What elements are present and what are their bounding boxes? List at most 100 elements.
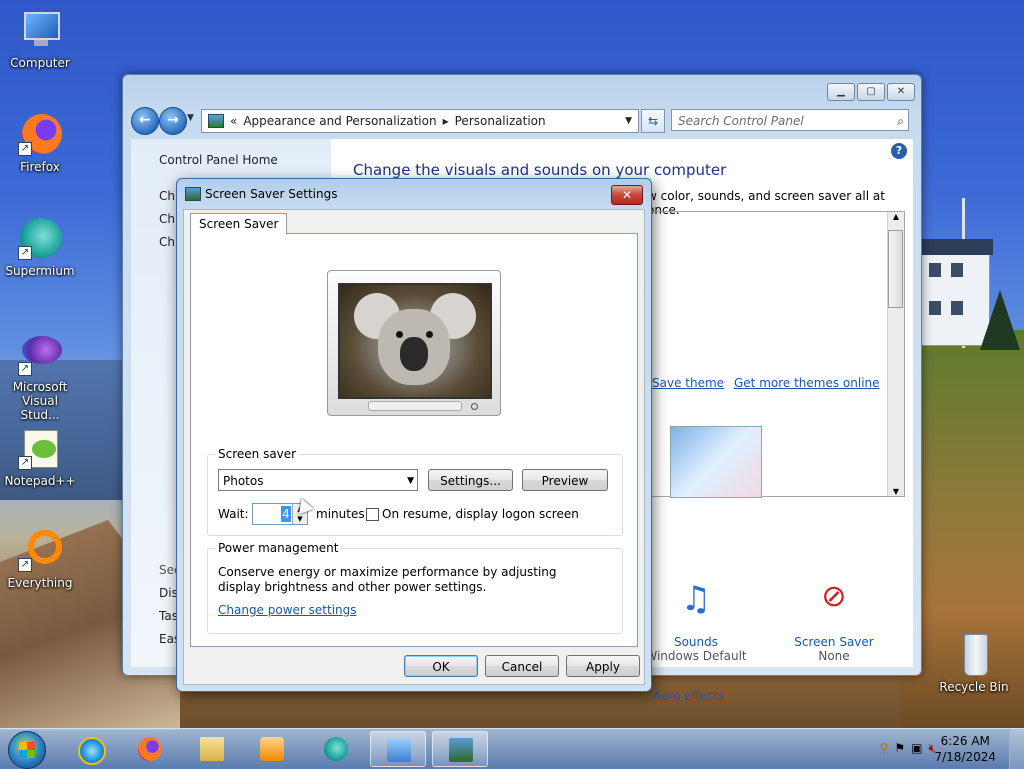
minimize-button[interactable]: ▁ (827, 83, 855, 101)
address-dropdown-icon[interactable]: ▼ (625, 116, 632, 126)
internet-explorer-icon (78, 737, 106, 765)
cancel-button[interactable]: Cancel (485, 655, 559, 677)
action-center-flag-icon[interactable]: ⚑ (894, 741, 905, 756)
control-panel-icon (208, 114, 224, 128)
power-management-group: Power management Conserve energy or maxi… (207, 541, 623, 634)
taskbar-screen-saver-settings[interactable] (432, 731, 488, 767)
screen-saver-select-value: Photos (223, 474, 264, 488)
resume-logon-checkbox[interactable] (366, 508, 379, 521)
address-prefix: « (230, 114, 238, 128)
desktop-icon-notepadpp[interactable]: ↗ Notepad++ (2, 426, 78, 488)
tab-screen-saver[interactable]: Screen Saver (190, 213, 288, 234)
left-link[interactable]: Dis (159, 586, 178, 600)
chevron-down-icon: ▼ (407, 476, 414, 486)
supermium-icon: ↗ (18, 216, 62, 260)
dialog-body: Screen Saver Screen saver Photos ▼ Setti… (183, 209, 645, 685)
screen-saver-settings-icon (185, 187, 201, 201)
search-placeholder: Search Control Panel (678, 114, 804, 128)
desktop-icon-everything[interactable]: ↗ Everything (2, 528, 78, 590)
system-tray: ⚲ ⚑ ▣ 🔇︎ (880, 741, 936, 756)
maximize-button[interactable]: ▢ (857, 83, 885, 101)
power-description: Conserve energy or maximize performance … (218, 565, 557, 594)
desktop-icon-recycle-bin[interactable]: Recycle Bin (936, 632, 1012, 694)
desktop-icon-visual-studio[interactable]: ↗ Microsoft Visual Stud... (2, 332, 78, 422)
firefox-icon (138, 737, 162, 761)
network-icon[interactable]: ▣ (911, 741, 922, 756)
everything-icon: ↗ (18, 528, 62, 572)
taskbar-internet-explorer[interactable] (62, 731, 118, 767)
scroll-down-icon[interactable]: ▼ (888, 487, 904, 496)
screen-saver-group-label: Screen saver (216, 447, 299, 461)
change-power-settings-link[interactable]: Change power settings (218, 603, 357, 617)
firefox-icon: ↗ (18, 112, 62, 156)
left-link[interactable]: Ch (159, 235, 175, 249)
start-button[interactable] (8, 731, 46, 769)
screen-saver-settings-dialog: Screen Saver Settings ✕ Screen Saver Scr… (176, 178, 652, 692)
power-management-group-label: Power management (216, 541, 341, 555)
clock[interactable]: 6:26 AM 7/18/2024 (934, 733, 996, 765)
resume-logon-label: On resume, display logon screen (382, 507, 579, 521)
themes-scrollbar[interactable]: ▲ ▼ (887, 212, 904, 496)
breadcrumb-item[interactable]: Personalization (455, 114, 546, 128)
address-bar[interactable]: « Appearance and Personalization ▸ Perso… (201, 109, 639, 133)
breadcrumb-item[interactable]: Appearance and Personalization (243, 114, 436, 128)
dialog-close-button[interactable]: ✕ (611, 185, 643, 205)
theme-thumbnail[interactable] (670, 426, 762, 498)
search-input[interactable]: Search Control Panel ⌕ (671, 109, 909, 131)
desktop-icon-computer[interactable]: Computer (2, 8, 78, 70)
shortcut-arrow-icon: ↗ (18, 456, 32, 470)
desktop-icon-supermium[interactable]: ↗ Supermium (2, 216, 78, 278)
desktop-icon-label: Notepad++ (4, 474, 76, 488)
screen-saver-group: Screen saver Photos ▼ Settings... Previe… (207, 447, 623, 536)
recent-pages-dropdown[interactable]: ▼ (187, 113, 194, 123)
taskbar: ⚲ ⚑ ▣ 🔇︎ 6:26 AM 7/18/2024 (0, 728, 1024, 769)
show-desktop-button[interactable] (1009, 729, 1024, 769)
screen-saver-value: None (818, 649, 850, 663)
close-button[interactable]: ✕ (887, 83, 915, 101)
tray-search-icon[interactable]: ⚲ (880, 741, 889, 756)
themes-list[interactable]: ▲ ▼ Save theme Get more themes online (647, 211, 905, 498)
aero-effects-link[interactable]: Aero effects (653, 689, 725, 703)
scroll-up-icon[interactable]: ▲ (888, 212, 904, 221)
media-player-icon (260, 737, 284, 761)
forward-button[interactable]: → (159, 107, 187, 135)
preview-screen-koala-image (338, 283, 492, 399)
control-panel-home-link[interactable]: Control Panel Home (159, 153, 278, 167)
taskbar-control-panel[interactable] (370, 731, 426, 767)
sounds-item[interactable]: ♫ Sounds Windows Default (641, 579, 751, 663)
screen-saver-none-icon: ⊘ (821, 579, 847, 614)
get-more-themes-link[interactable]: Get more themes online (734, 376, 880, 390)
settings-button[interactable]: Settings... (428, 469, 513, 491)
taskbar-firefox[interactable] (122, 731, 178, 767)
visual-studio-icon: ↗ (18, 332, 62, 376)
minutes-label: minutes (316, 507, 365, 521)
navigation-bar: ← → ▼ « Appearance and Personalization ▸… (131, 107, 913, 135)
desktop-icon-label: Everything (7, 576, 73, 590)
desktop-icon-label: Microsoft Visual Stud... (12, 380, 68, 422)
screen-saver-label: Screen Saver (794, 635, 874, 649)
taskbar-explorer[interactable] (184, 731, 240, 767)
back-button[interactable]: ← (131, 107, 159, 135)
shortcut-arrow-icon: ↗ (18, 558, 32, 572)
screen-saver-item[interactable]: ⊘ Screen Saver None (779, 579, 889, 663)
page-title: Change the visuals and sounds on your co… (353, 161, 727, 179)
desktop-icon-label: Supermium (5, 264, 75, 278)
scroll-thumb[interactable] (888, 230, 903, 308)
desktop-icon-firefox[interactable]: ↗ Firefox (2, 112, 78, 174)
breadcrumb-separator-icon: ▸ (442, 114, 449, 128)
power-led-icon (471, 403, 478, 410)
save-theme-link[interactable]: Save theme (652, 376, 724, 390)
taskbar-supermium[interactable] (308, 731, 364, 767)
left-link[interactable]: Ch (159, 212, 175, 226)
help-icon[interactable]: ? (891, 143, 907, 159)
ok-button[interactable]: OK (404, 655, 478, 677)
shortcut-arrow-icon: ↗ (18, 142, 32, 156)
shortcut-arrow-icon: ↗ (18, 362, 32, 376)
screen-saver-select[interactable]: Photos ▼ (218, 469, 418, 491)
left-link[interactable]: Ch (159, 189, 175, 203)
preview-button[interactable]: Preview (522, 469, 608, 491)
taskbar-media-player[interactable] (244, 731, 300, 767)
apply-button[interactable]: Apply (566, 655, 640, 677)
refresh-button[interactable]: ⇆ (641, 109, 665, 133)
search-icon[interactable]: ⌕ (897, 110, 904, 132)
